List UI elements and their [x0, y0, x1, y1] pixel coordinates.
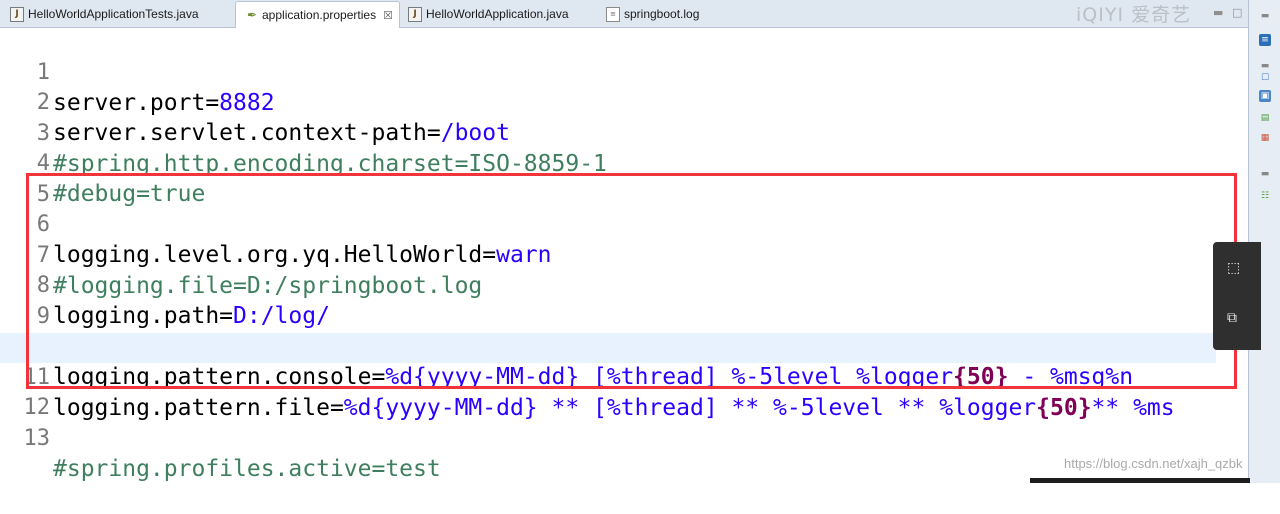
tab-label: HelloWorldApplicationTests.java [28, 7, 199, 21]
console-view-icon[interactable]: ▣ [1259, 90, 1271, 102]
maximize-icon[interactable]: □ [1232, 6, 1242, 19]
tab-application-properties[interactable]: ✒ application.properties ☒ [235, 1, 400, 28]
line-number: 13 [23, 426, 51, 451]
code-line: 9 [0, 272, 1216, 329]
code-line: 5 [0, 150, 1216, 207]
properties-file-icon: ✒ [246, 7, 258, 22]
problems-view-icon[interactable]: ▦ [1259, 132, 1271, 144]
code-line: 1 server.port=8882 [0, 28, 1216, 116]
code-line: 4 #debug=true [0, 119, 1216, 207]
close-tab-icon[interactable]: ☒ [383, 9, 393, 22]
minimize-icon[interactable]: ▬ [1213, 6, 1223, 19]
minimize-view-icon[interactable]: ▬ [1259, 10, 1271, 22]
minimize-view-icon[interactable]: ▬ [1259, 168, 1271, 180]
fullscreen-icon[interactable]: ⬚ [1227, 260, 1240, 276]
code-line: 2 server.servlet.context-path=/boot [0, 58, 1216, 146]
log-file-icon: ≡ [606, 6, 620, 22]
code-line: 7 #logging.file=D:/springboot.log [0, 211, 1216, 299]
java-file-icon: J [10, 6, 24, 22]
video-watermark-logo: iQIYI 爱奇艺 [1076, 4, 1192, 26]
code-line: 10 logging.pattern.console=%d{yyyy-MM-dd… [0, 302, 1216, 390]
code-line: 6 logging.level.org.yq.HelloWorld=warn [0, 180, 1216, 268]
tab-label: HelloWorldApplication.java [426, 7, 569, 21]
code-line: 3 #spring.http.encoding.charset=ISO-8859… [0, 89, 1216, 177]
tab-label: application.properties [262, 8, 377, 22]
comment-text: #spring.profiles.active=test [53, 456, 441, 482]
java-file-icon: J [408, 6, 422, 22]
code-line: 12 [0, 363, 1216, 420]
code-line: 13 #spring.profiles.active=test [0, 394, 1216, 482]
player-side-panel: ⬚ ⧉ [1213, 242, 1261, 350]
tab-hello-world-application-tests[interactable]: J HelloWorldApplicationTests.java [0, 2, 199, 26]
task-list-icon[interactable]: ☐ [1259, 72, 1271, 84]
editor-tab-bar: J HelloWorldApplicationTests.java ✒ appl… [0, 0, 1248, 28]
properties-editor[interactable]: 1 server.port=8882 2 server.servlet.cont… [0, 28, 1248, 483]
tab-hello-world-application[interactable]: J HelloWorldApplication.java [398, 2, 569, 26]
outline-view-icon[interactable]: ≡ [1259, 34, 1271, 46]
url-watermark: https://blog.csdn.net/xajh_qzbk [1064, 456, 1243, 471]
player-bottom-bar [1030, 478, 1250, 483]
hierarchy-view-icon[interactable]: ☷ [1259, 190, 1271, 202]
minimize-view-icon[interactable]: ▬ [1259, 60, 1271, 72]
tab-label: springboot.log [624, 7, 700, 21]
code-line-current: 11 logging.pattern.file=%d{yyyy-MM-dd} *… [0, 333, 1216, 421]
picture-in-picture-icon[interactable]: ⧉ [1227, 310, 1237, 326]
code-line: 8 logging.path=D:/log/ [0, 241, 1216, 329]
tab-springboot-log[interactable]: ≡ springboot.log [596, 2, 699, 26]
servers-view-icon[interactable]: ▤ [1259, 112, 1271, 124]
